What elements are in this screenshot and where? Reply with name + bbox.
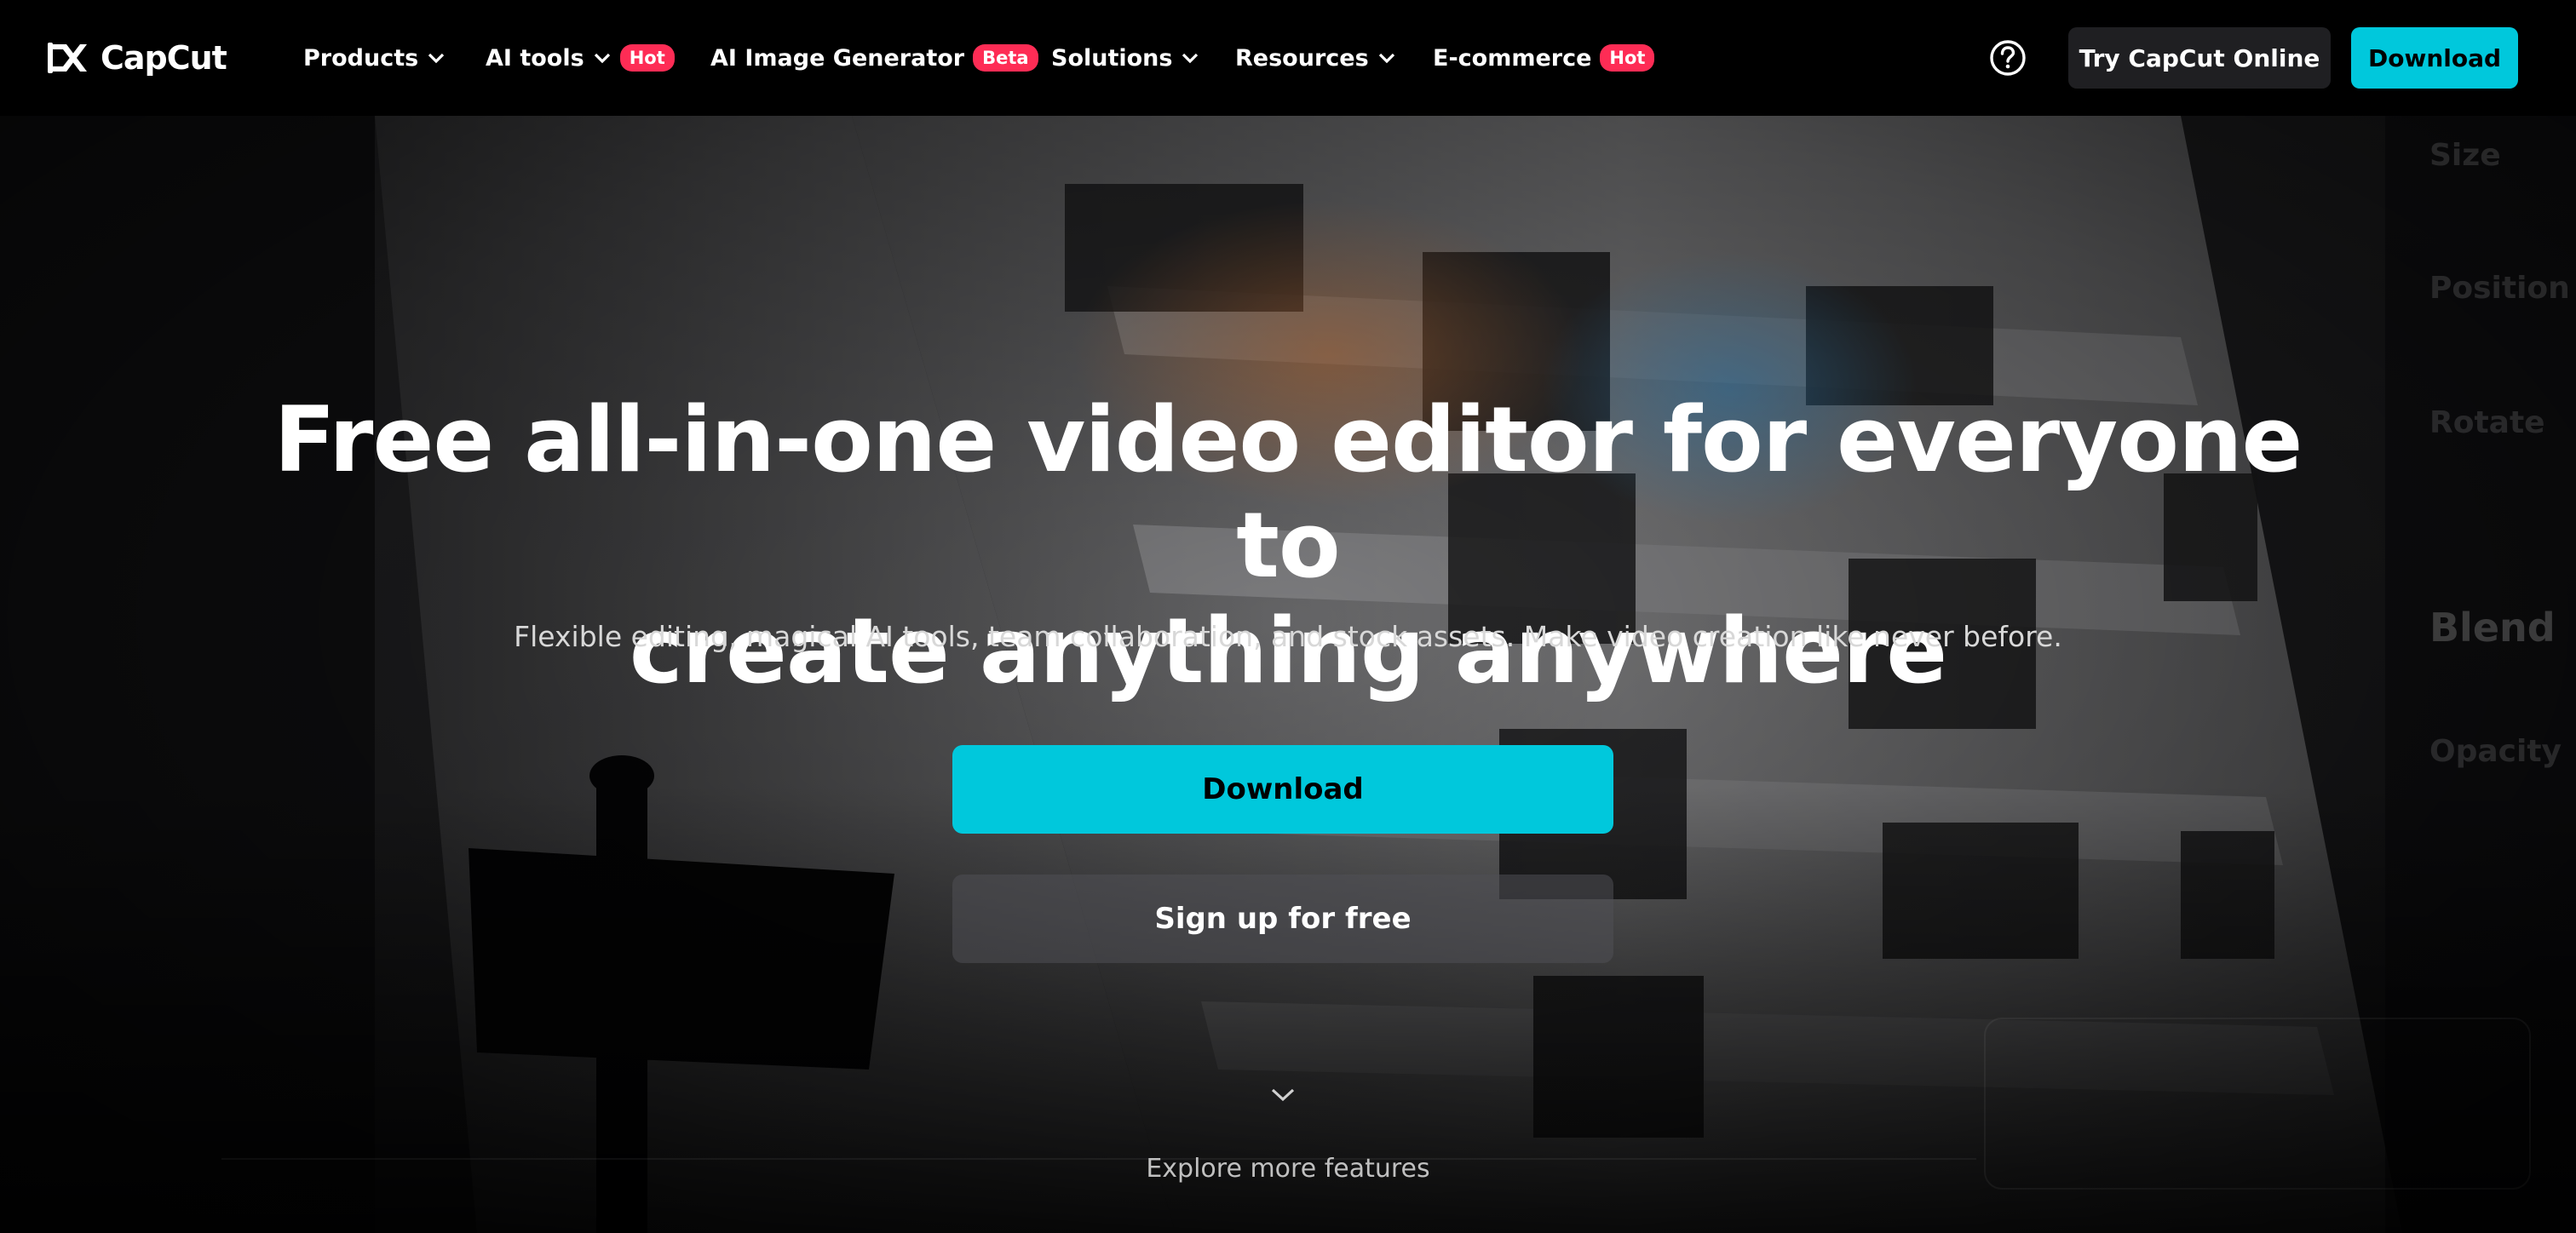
brand-name: CapCut [101,39,227,77]
try-capcut-online-button[interactable]: Try CapCut Online [2068,27,2331,89]
nav-item-label: Products [303,44,419,72]
nav-item-label: E-commerce [1433,44,1592,72]
explore-more-features-link[interactable]: Explore more features [1032,1154,1544,1184]
chevron-down-icon[interactable] [1269,1087,1297,1104]
hot-badge: Hot [619,44,675,72]
chevron-down-icon [428,53,445,64]
bg-panel-label: Rotate [2429,405,2545,440]
hero-subheadline: Flexible editing, magical AI tools, team… [514,620,2062,653]
sign-up-button[interactable]: Sign up for free [952,875,1613,963]
nav-item-solutions[interactable]: Solutions [1051,45,1199,72]
chevron-down-icon [1378,53,1394,64]
hero-headline: Free all-in-one video editor for everyon… [223,387,2353,704]
nav-item-label: AI tools [486,44,584,72]
nav-item-e-commerce[interactable]: E-commerce Hot [1433,44,1655,72]
nav-item-resources[interactable]: Resources [1235,45,1396,72]
help-icon[interactable] [1988,38,2027,77]
bg-panel-label: Size [2429,138,2501,173]
headline-line-1: Free all-in-one video editor for everyon… [273,387,2303,598]
nav-item-label: AI Image Generator [710,44,965,72]
nav-item-ai-image-generator[interactable]: AI Image Generator Beta [710,44,1038,72]
bg-panel-label: Position [2429,271,2570,306]
capcut-logo-icon [48,43,87,73]
nav-item-products[interactable]: Products [303,45,446,72]
nav-item-label: Solutions [1051,44,1173,72]
capcut-logo[interactable]: CapCut [46,39,227,77]
bg-panel-label: Opacity [2429,734,2562,769]
nav-item-label: Resources [1235,44,1369,72]
chevron-down-icon [1182,53,1199,64]
nav-item-ai-tools[interactable]: AI tools Hot [486,44,675,72]
beta-badge: Beta [973,44,1038,72]
chevron-down-icon [594,53,610,64]
top-nav: CapCut Products AI tools Hot AI Image Ge… [0,0,2576,116]
bg-panel-label: Blend [2429,605,2556,651]
nav-download-button[interactable]: Download [2351,27,2518,89]
hero-download-button[interactable]: Download [952,745,1613,834]
hot-badge: Hot [1600,44,1655,72]
